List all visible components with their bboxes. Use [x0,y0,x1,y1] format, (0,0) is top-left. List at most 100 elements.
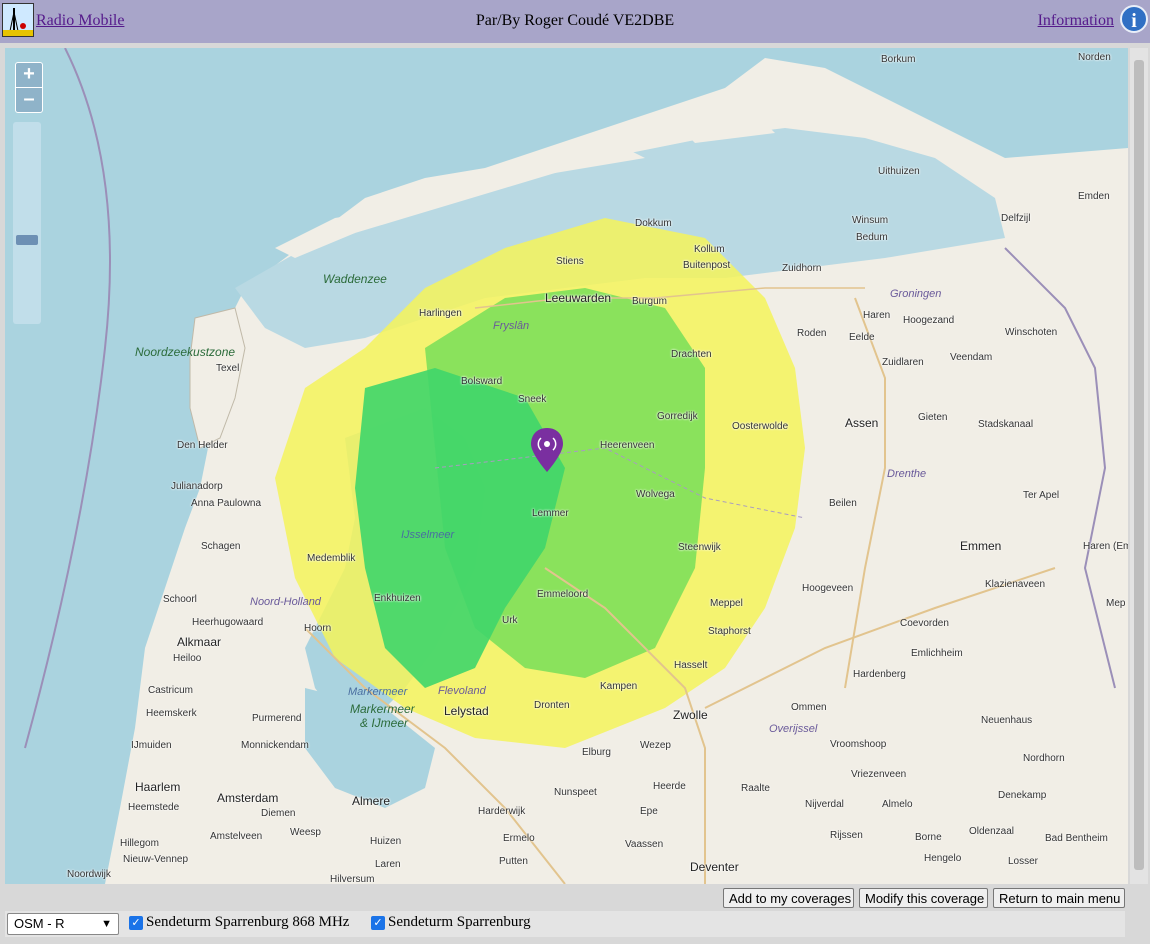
place-label: Heiloo [173,653,202,664]
place-label: Assen [845,416,879,430]
place-label: Haren (Em [1083,541,1128,552]
place-label: Texel [216,363,240,374]
place-label: Winsum [852,215,889,226]
place-label: Staphorst [708,626,751,637]
place-label: Nieuw-Vennep [123,854,189,865]
zoom-in-button[interactable]: + [16,63,42,87]
author-credit: Par/By Roger Coudé VE2DBE [475,12,675,29]
place-label: Nijverdal [805,799,844,810]
return-main-menu-button[interactable]: Return to main menu [993,888,1125,908]
place-label: Denekamp [998,790,1047,801]
place-label: IJmuiden [131,740,172,751]
place-label: Borkum [881,54,916,65]
place-label: Harlingen [419,308,462,319]
place-label: Alkmaar [177,635,222,649]
place-label: Heerenveen [600,440,655,451]
place-label: Norden [1078,52,1111,63]
place-label: Dokkum [635,218,672,229]
chevron-down-icon: ▼ [101,918,112,930]
zoom-out-button[interactable]: – [16,88,42,112]
place-label: Stadskanaal [978,419,1034,430]
basemap-select[interactable]: OSM - R ▼ [7,913,119,935]
place-label: IJsselmeer [401,529,455,541]
layer2-checkbox[interactable]: ✓ [371,916,385,930]
place-label: Lelystad [444,704,489,718]
place-label: Neuenhaus [981,715,1033,726]
place-label: Laren [375,859,401,870]
place-label: Purmerend [252,713,302,724]
place-label: Schoorl [163,594,197,605]
place-label: Emmeloord [537,589,589,600]
place-label: Noord-Holland [250,596,321,608]
place-label: Amsterdam [217,791,279,805]
place-label: Ommen [791,702,827,713]
place-label: Uithuizen [878,166,920,177]
place-label: Hoorn [304,623,332,634]
add-to-coverages-button[interactable]: Add to my coverages [723,888,854,908]
place-label: Castricum [148,685,194,696]
layer2-label: Sendeturm Sparrenburg [388,914,531,930]
scrollbar-thumb[interactable] [1134,60,1144,870]
place-label: Waddenzee [323,272,387,286]
zoom-slider[interactable] [13,122,41,324]
place-label: Raalte [741,783,770,794]
place-label: Buitenpost [683,260,731,271]
coverage-map[interactable]: Borkum Norden Uithuizen Emden Delfzijl W… [5,48,1128,884]
place-label: Deventer [690,860,739,874]
place-label: Kollum [694,244,725,255]
place-label: Zuidlaren [882,357,924,368]
place-label: Burgum [632,296,668,307]
place-label: & IJmeer [360,716,409,730]
place-label: Meppel [710,598,743,609]
layer1-checkbox[interactable]: ✓ [129,916,143,930]
place-label: Bedum [856,232,888,243]
place-label: Den Helder [177,440,228,451]
place-label: Heerde [653,781,686,792]
place-label: Hillegom [120,838,159,849]
place-label: Monnickendam [241,740,309,751]
place-label: Harderwijk [478,806,526,817]
place-label: Gorredijk [657,411,698,422]
place-label: Noordzeekustzone [135,345,236,359]
place-label: Bad Bentheim [1045,833,1108,844]
place-label: Diemen [261,808,296,819]
place-label: Enkhuizen [374,593,421,604]
place-label: Overijssel [769,723,818,735]
place-label: Lemmer [532,508,569,519]
zoom-slider-handle[interactable] [16,235,38,245]
place-label: Schagen [201,541,241,552]
info-icon[interactable]: i [1120,5,1148,33]
basemap-select-value: OSM - R [14,916,65,931]
place-label: Delfzijl [1001,213,1031,224]
place-label: Julianadorp [171,481,223,492]
place-label: Haren [863,310,891,321]
zoom-control: + – [15,62,43,113]
place-label: Bolsward [461,376,503,387]
place-label: Sneek [518,394,547,405]
information-link[interactable]: Information [1038,12,1114,30]
place-label: Almere [352,794,391,808]
place-label: Stiens [556,256,584,267]
place-label: Wezep [640,740,671,751]
layer1-label: Sendeturm Sparrenburg 868 MHz [146,914,350,930]
place-label: Ermelo [503,833,535,844]
place-label: Haarlem [135,780,181,794]
place-label: Losser [1008,856,1039,867]
place-label: Zwolle [673,708,708,722]
place-label: Wolvega [636,489,675,500]
place-label: Anna Paulowna [191,498,262,509]
place-label: Emden [1078,191,1110,202]
place-label: Huizen [370,836,402,847]
place-label: Klazienaveen [985,579,1046,590]
place-label: Almelo [882,799,913,810]
place-label: Groningen [890,288,942,300]
modify-coverage-button[interactable]: Modify this coverage [859,888,988,908]
place-label: Vriezenveen [851,769,907,780]
place-label: Kampen [600,681,638,692]
place-label: Winschoten [1005,327,1058,338]
place-label: Drachten [671,349,712,360]
place-label: Putten [499,856,528,867]
place-label: Vaassen [625,839,664,850]
vertical-scrollbar[interactable] [1130,48,1148,884]
place-label: Zuidhorn [782,263,822,274]
